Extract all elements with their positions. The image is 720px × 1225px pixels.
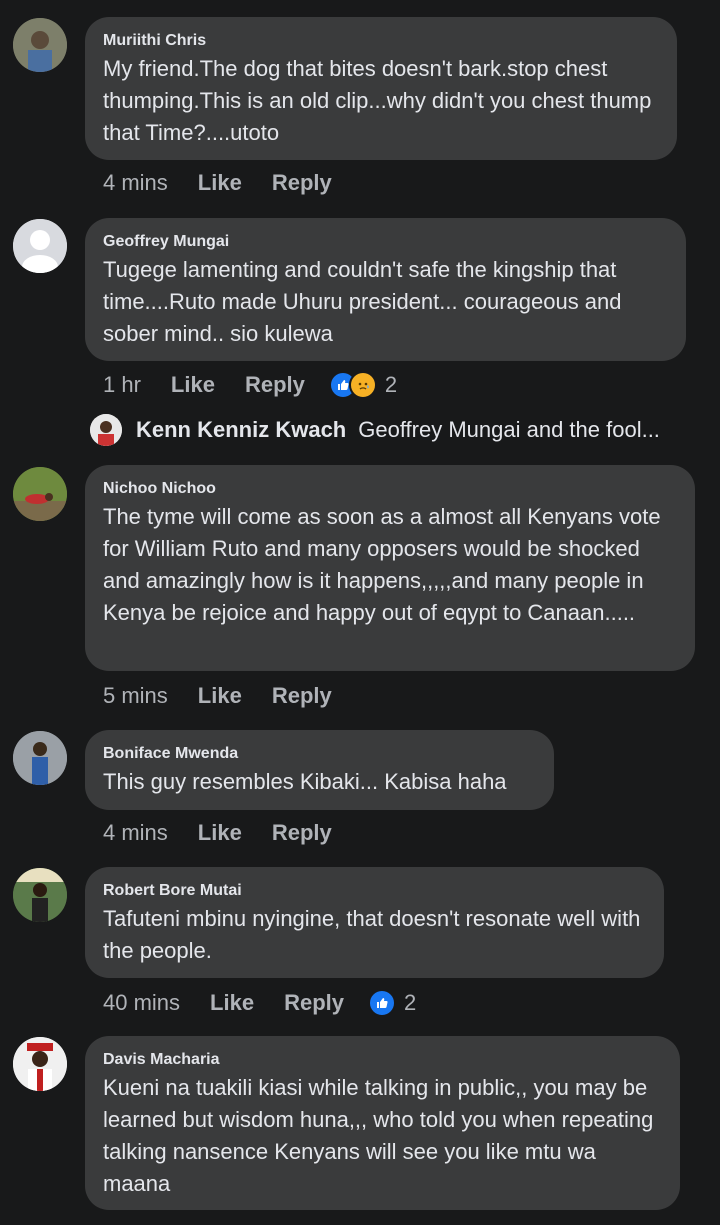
reactions-summary[interactable]: 2 [368,989,416,1017]
avatar[interactable] [13,731,67,785]
avatar[interactable] [13,1037,67,1091]
comment-text: This guy resembles Kibaki... Kabisa haha [103,769,507,794]
avatar [90,414,122,446]
sad-icon [348,371,377,399]
comment-bubble: Boniface Mwenda This guy resembles Kibak… [85,730,554,810]
comment-text: The tyme will come as soon as a almost a… [103,504,661,625]
reaction-count: 2 [404,990,417,1015]
avatar[interactable] [13,868,67,922]
comment-bubble: Robert Bore Mutai Tafuteni mbinu nyingin… [85,867,664,978]
timestamp[interactable]: 4 mins [103,820,168,846]
like-button[interactable]: Like [198,820,242,846]
like-icon [368,989,396,1017]
comment-author[interactable]: Muriithi Chris [103,31,659,51]
like-button[interactable]: Like [198,170,242,196]
comment-actions: 4 mins Like Reply [103,170,362,196]
comment-author[interactable]: Nichoo Nichoo [103,479,677,499]
comment-text: My friend.The dog that bites doesn't bar… [103,56,652,145]
comment-bubble: Davis Macharia Kueni na tuakili kiasi wh… [85,1036,680,1210]
timestamp[interactable]: 5 mins [103,683,168,709]
reply-text: Geoffrey Mungai and the fool... [358,417,660,442]
comment-text: Tugege lamenting and couldn't safe the k… [103,257,622,346]
reply-button[interactable]: Reply [272,820,332,846]
avatar[interactable] [13,18,67,72]
reply-button[interactable]: Reply [245,372,305,398]
reactions-summary[interactable]: 2 [328,371,398,399]
comment-author[interactable]: Davis Macharia [103,1050,662,1070]
reply-author[interactable]: Kenn Kenniz Kwach [136,417,346,443]
like-button[interactable]: Like [210,990,254,1016]
avatar[interactable] [13,467,67,521]
reaction-count: 2 [384,372,398,397]
timestamp[interactable]: 40 mins [103,990,180,1016]
reply-preview[interactable]: Kenn Kenniz Kwach Geoffrey Mungai and th… [90,414,660,446]
comment-actions: 40 mins Like Reply 2 [103,989,416,1017]
comment-text: Kueni na tuakili kiasi while talking in … [103,1075,654,1196]
comment-author[interactable]: Geoffrey Mungai [103,232,668,252]
comment-bubble: Muriithi Chris My friend.The dog that bi… [85,17,677,160]
reply-button[interactable]: Reply [272,170,332,196]
comment-author[interactable]: Robert Bore Mutai [103,881,646,901]
timestamp[interactable]: 1 hr [103,372,141,398]
comment-bubble: Geoffrey Mungai Tugege lamenting and cou… [85,218,686,361]
comment-bubble: Nichoo Nichoo The tyme will come as soon… [85,465,695,671]
comment-actions: 1 hr Like Reply 2 [103,371,397,399]
reply-button[interactable]: Reply [284,990,344,1016]
timestamp[interactable]: 4 mins [103,170,168,196]
comment-author[interactable]: Boniface Mwenda [103,744,536,764]
comment-actions: 5 mins Like Reply [103,683,362,709]
like-button[interactable]: Like [198,683,242,709]
comment-actions: 4 mins Like Reply [103,820,362,846]
like-button[interactable]: Like [171,372,215,398]
reply-button[interactable]: Reply [272,683,332,709]
comment-text: Tafuteni mbinu nyingine, that doesn't re… [103,906,641,963]
avatar[interactable] [13,219,67,273]
